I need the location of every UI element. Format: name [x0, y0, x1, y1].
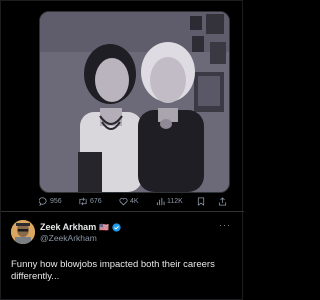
- author-name[interactable]: Zeek Arkham: [40, 222, 96, 232]
- like-button[interactable]: 4K: [119, 197, 139, 206]
- repost-icon: [79, 197, 87, 206]
- reply-icon: [39, 197, 47, 206]
- views-button[interactable]: 112K: [156, 197, 183, 206]
- bookmark-icon: [197, 197, 205, 206]
- bookmark-button[interactable]: [197, 197, 205, 206]
- more-options-icon[interactable]: ···: [219, 220, 231, 230]
- repost-button[interactable]: 676: [78, 197, 102, 206]
- repost-count: 676: [90, 198, 102, 205]
- share-button[interactable]: [218, 197, 227, 206]
- verified-badge-icon: [112, 222, 121, 232]
- tweet-text: Funny how blowjobs impacted both their c…: [11, 259, 215, 282]
- reply-button[interactable]: 956: [39, 197, 62, 206]
- tweet-card: 956 676 4K 112K Zeek Arkham 🇺🇸 @ZeekArkh…: [0, 0, 244, 300]
- like-count: 4K: [130, 198, 139, 205]
- views-icon: [156, 197, 165, 206]
- like-icon: [119, 197, 128, 206]
- post-photo[interactable]: [39, 11, 230, 193]
- action-bar: 956 676 4K 112K: [39, 197, 229, 211]
- avatar[interactable]: [11, 220, 35, 244]
- author-flag: 🇺🇸: [99, 222, 110, 232]
- divider: [1, 211, 244, 212]
- reply-count: 956: [50, 198, 62, 205]
- author-name-row: Zeek Arkham 🇺🇸: [40, 222, 121, 232]
- share-icon: [218, 197, 227, 206]
- views-count: 112K: [167, 198, 183, 205]
- author-handle[interactable]: @ZeekArkham: [40, 233, 97, 243]
